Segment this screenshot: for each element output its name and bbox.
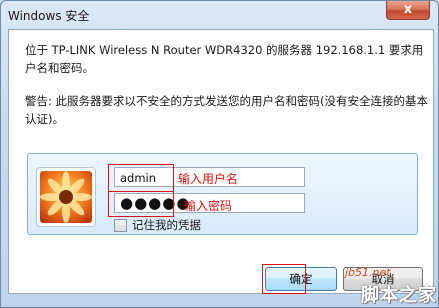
watermark-site: jb51.net xyxy=(345,266,391,279)
remember-label[interactable]: 记住我的凭据 xyxy=(132,217,201,233)
close-button[interactable]: x xyxy=(386,1,430,20)
remember-checkbox[interactable] xyxy=(114,219,127,232)
password-annotation: 输入密码 xyxy=(184,199,233,213)
dialog-content: 位于 TP-LINK Wireless N Router WDR4320 的服务… xyxy=(8,29,434,294)
title-bar[interactable]: Windows 安全 x xyxy=(1,1,438,29)
username-highlight-box xyxy=(108,164,174,192)
dialog-window: Windows 安全 x 位于 TP-LINK Wireless N Route… xyxy=(0,0,439,308)
password-highlight-box xyxy=(108,191,174,217)
username-annotation: 输入用户名 xyxy=(178,172,239,186)
watermark-name: 脚本之家 xyxy=(361,285,437,306)
avatar xyxy=(36,167,96,227)
server-message: 位于 TP-LINK Wireless N Router WDR4320 的服务… xyxy=(25,43,424,75)
window-title: Windows 安全 xyxy=(8,9,90,23)
ok-highlight-box xyxy=(262,264,306,294)
flower-avatar-icon xyxy=(40,171,92,223)
credential-panel: admin ●●●●● 输入用户名 输入密码 记住我的凭据 xyxy=(27,153,418,235)
security-warning: 警告: 此服务器要求以不安全的方式发送您的用户名和密码(没有安全连接的基本认证)… xyxy=(25,94,429,126)
close-icon: x xyxy=(403,2,413,17)
